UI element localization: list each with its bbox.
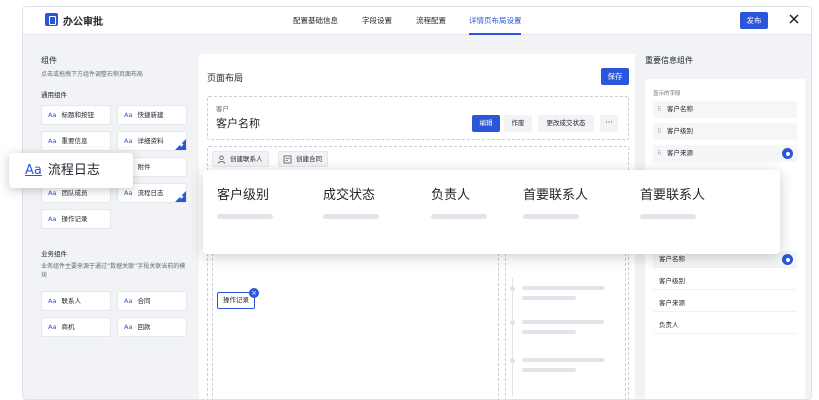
- tab-process-config[interactable]: 流程配置: [416, 15, 446, 26]
- business-components-title: 业务组件: [41, 250, 67, 258]
- field-owner-hidden[interactable]: 负责人: [653, 317, 797, 334]
- preview-placeholder: [323, 214, 379, 219]
- general-components-title: 通用组件: [41, 91, 67, 99]
- business-components-desc: 业务组件主要来源于通过“数据关联”字段关联当前的模块: [41, 263, 186, 279]
- tab-basic-info[interactable]: 配置基础信息: [293, 15, 338, 26]
- component-details[interactable]: Aa 详细资料: [117, 131, 187, 151]
- visibility-icon[interactable]: [782, 148, 793, 159]
- text-type-icon: Aa: [124, 111, 133, 119]
- text-type-icon: Aa: [48, 215, 57, 223]
- preview-column-label: 客户级别: [217, 188, 270, 203]
- preview-column-label: 首要联系人: [640, 188, 706, 203]
- component-title-buttons[interactable]: Aa 标题和按钮: [41, 105, 111, 125]
- record-type-label: 客户: [216, 105, 229, 113]
- operation-log-chip[interactable]: 操作记录 ×: [217, 288, 259, 309]
- placeholder-line: [522, 330, 576, 334]
- void-button[interactable]: 作废: [504, 115, 532, 132]
- component-quick-create[interactable]: Aa 快捷新建: [117, 105, 187, 125]
- selected-corner-icon: [175, 191, 186, 202]
- field-customer-level-hidden[interactable]: 客户级别: [653, 273, 797, 290]
- timeline-dot: [510, 358, 515, 363]
- placeholder-line: [522, 358, 604, 362]
- important-info-title: 重要信息组件: [645, 56, 693, 65]
- field-customer-source-hidden[interactable]: 客户来源: [653, 295, 797, 312]
- component-payment[interactable]: Aa 回款: [117, 317, 187, 337]
- text-type-icon: Aa: [124, 137, 133, 145]
- preview-column-label: 负责人: [431, 188, 471, 203]
- text-type-icon: Aa: [48, 189, 57, 197]
- preview-column-label: 成交状态: [323, 188, 376, 203]
- remove-icon[interactable]: ×: [249, 288, 259, 298]
- placeholder-line: [522, 320, 604, 324]
- text-type-icon: Aa: [48, 137, 57, 145]
- preview-placeholder: [523, 214, 579, 219]
- components-panel: 组件 点击或拖拽下方组件调整右侧页面布局 通用组件 Aa 标题和按钮 Aa 快捷新建…: [23, 35, 193, 399]
- placeholder-line: [522, 296, 576, 300]
- preview-column-label: 首要联系人: [523, 188, 589, 203]
- visibility-icon[interactable]: [782, 254, 793, 265]
- close-icon[interactable]: [787, 12, 801, 26]
- person-icon: [217, 155, 226, 164]
- contract-icon: [283, 155, 292, 163]
- text-type-icon: Aa: [124, 323, 133, 331]
- timeline-dot: [510, 320, 515, 325]
- text-type-icon: Aa: [25, 163, 42, 178]
- field-customer-source[interactable]: ⠿ 客户来源: [653, 145, 797, 162]
- components-desc: 点击或拖拽下方组件调整右侧页面布局: [41, 71, 144, 78]
- record-title: 客户名称: [216, 117, 260, 130]
- drag-handle-icon[interactable]: ⠿: [657, 123, 661, 140]
- drag-handle-icon[interactable]: ⠿: [657, 145, 661, 162]
- app-title: 办公审批: [63, 17, 103, 28]
- component-operation-log[interactable]: Aa 操作记录: [41, 209, 111, 229]
- component-important-info[interactable]: Aa 重要信息: [41, 131, 111, 151]
- preview-placeholder: [640, 214, 696, 219]
- text-type-icon: Aa: [48, 297, 57, 305]
- component-contract[interactable]: Aa 合同: [117, 291, 187, 311]
- component-contacts[interactable]: Aa 联系人: [41, 291, 111, 311]
- timeline-line: [512, 278, 513, 396]
- text-type-icon: Aa: [48, 111, 57, 119]
- timeline-dot: [510, 286, 515, 291]
- text-type-icon: Aa: [124, 297, 133, 305]
- text-type-icon: Aa: [48, 323, 57, 331]
- preview-placeholder: [217, 214, 273, 219]
- component-opportunity[interactable]: Aa 商机: [41, 317, 111, 337]
- preview-placeholder: [431, 214, 487, 219]
- active-tab-indicator: [469, 33, 521, 35]
- important-info-preview: 客户级别 成交状态 负责人 首要联系人 首要联系人: [203, 170, 780, 254]
- app-logo-icon: [45, 13, 58, 26]
- drag-handle-icon[interactable]: ⠿: [657, 101, 661, 118]
- top-bar: 办公审批 配置基础信息 字段设置 流程配置 详情页布局设置 发布: [23, 7, 811, 35]
- dragging-component[interactable]: Aa 流程日志: [9, 153, 133, 188]
- page-layout-title: 页面布局: [207, 74, 244, 84]
- tab-field-settings[interactable]: 字段设置: [362, 15, 392, 26]
- placeholder-line: [522, 368, 576, 372]
- tab-detail-layout[interactable]: 详情页布局设置: [469, 15, 522, 26]
- more-icon[interactable]: ···: [600, 115, 618, 132]
- selected-corner-icon: [175, 139, 186, 150]
- change-deal-status-button[interactable]: 更改成交状态: [538, 115, 594, 132]
- publish-button[interactable]: 发布: [740, 12, 768, 29]
- create-contact-button[interactable]: 创建联系人: [212, 151, 269, 167]
- text-type-icon: Aa: [124, 189, 133, 197]
- edit-button[interactable]: 编辑: [472, 115, 500, 132]
- title-buttons-block[interactable]: 客户 客户名称 编辑 作废 更改成交状态 ···: [207, 96, 629, 140]
- save-button[interactable]: 保存: [601, 68, 629, 85]
- placeholder-line: [522, 286, 604, 290]
- components-title: 组件: [41, 56, 57, 65]
- shown-fields-label: 显示的字段: [653, 91, 681, 97]
- field-customer-level[interactable]: ⠿ 客户级别: [653, 123, 797, 140]
- create-contract-button[interactable]: 创建合同: [278, 151, 328, 167]
- field-customer-name[interactable]: ⠿ 客户名称: [653, 101, 797, 118]
